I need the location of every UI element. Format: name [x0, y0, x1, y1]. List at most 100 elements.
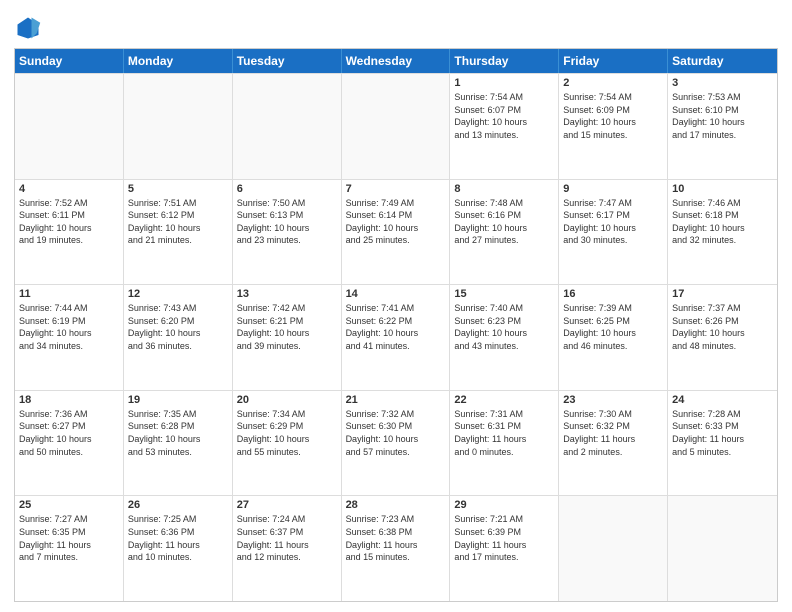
- logo: [14, 14, 46, 42]
- calendar-cell-1-5: 1 Sunrise: 7:54 AM Sunset: 6:07 PM Daylig…: [450, 74, 559, 179]
- header-day-monday: Monday: [124, 49, 233, 73]
- day-number: 23: [563, 394, 663, 406]
- day-info: Sunrise: 7:47 AM Sunset: 6:17 PM Dayligh…: [563, 197, 663, 247]
- calendar: SundayMondayTuesdayWednesdayThursdayFrid…: [14, 48, 778, 602]
- calendar-cell-3-7: 17 Sunrise: 7:37 AM Sunset: 6:26 PM Dayli…: [668, 285, 777, 390]
- day-number: 17: [672, 288, 773, 300]
- day-number: 5: [128, 183, 228, 195]
- day-number: 7: [346, 183, 446, 195]
- day-info: Sunrise: 7:35 AM Sunset: 6:28 PM Dayligh…: [128, 408, 228, 458]
- calendar-cell-2-7: 10 Sunrise: 7:46 AM Sunset: 6:18 PM Dayli…: [668, 180, 777, 285]
- day-info: Sunrise: 7:25 AM Sunset: 6:36 PM Dayligh…: [128, 513, 228, 563]
- day-info: Sunrise: 7:50 AM Sunset: 6:13 PM Dayligh…: [237, 197, 337, 247]
- header-day-saturday: Saturday: [668, 49, 777, 73]
- calendar-cell-5-1: 25Sunrise: 7:27 AM Sunset: 6:35 PM Dayli…: [15, 496, 124, 601]
- calendar-cell-1-3: [233, 74, 342, 179]
- day-info: Sunrise: 7:48 AM Sunset: 6:16 PM Dayligh…: [454, 197, 554, 247]
- day-number: 21: [346, 394, 446, 406]
- calendar-week-1: 1 Sunrise: 7:54 AM Sunset: 6:07 PM Daylig…: [15, 73, 777, 179]
- day-info: Sunrise: 7:41 AM Sunset: 6:22 PM Dayligh…: [346, 302, 446, 352]
- calendar-cell-5-3: 27Sunrise: 7:24 AM Sunset: 6:37 PM Dayli…: [233, 496, 342, 601]
- day-info: Sunrise: 7:28 AM Sunset: 6:33 PM Dayligh…: [672, 408, 773, 458]
- day-info: Sunrise: 7:51 AM Sunset: 6:12 PM Dayligh…: [128, 197, 228, 247]
- calendar-cell-2-6: 9 Sunrise: 7:47 AM Sunset: 6:17 PM Daylig…: [559, 180, 668, 285]
- day-number: 22: [454, 394, 554, 406]
- day-number: 3: [672, 77, 773, 89]
- calendar-week-4: 18Sunrise: 7:36 AM Sunset: 6:27 PM Dayli…: [15, 390, 777, 496]
- calendar-week-2: 4 Sunrise: 7:52 AM Sunset: 6:11 PM Daylig…: [15, 179, 777, 285]
- day-info: Sunrise: 7:30 AM Sunset: 6:32 PM Dayligh…: [563, 408, 663, 458]
- calendar-cell-5-5: 29 Sunrise: 7:21 AM Sunset: 6:39 PM Dayli…: [450, 496, 559, 601]
- day-number: 2: [563, 77, 663, 89]
- day-number: 11: [19, 288, 119, 300]
- calendar-cell-5-7: [668, 496, 777, 601]
- header-day-sunday: Sunday: [15, 49, 124, 73]
- calendar-cell-5-6: [559, 496, 668, 601]
- day-info: Sunrise: 7:53 AM Sunset: 6:10 PM Dayligh…: [672, 91, 773, 141]
- day-info: Sunrise: 7:54 AM Sunset: 6:07 PM Dayligh…: [454, 91, 554, 141]
- calendar-cell-3-6: 16Sunrise: 7:39 AM Sunset: 6:25 PM Dayli…: [559, 285, 668, 390]
- header-day-thursday: Thursday: [450, 49, 559, 73]
- calendar-cell-2-4: 7 Sunrise: 7:49 AM Sunset: 6:14 PM Daylig…: [342, 180, 451, 285]
- day-number: 20: [237, 394, 337, 406]
- day-number: 28: [346, 499, 446, 511]
- calendar-cell-3-4: 14Sunrise: 7:41 AM Sunset: 6:22 PM Dayli…: [342, 285, 451, 390]
- day-number: 25: [19, 499, 119, 511]
- header-day-wednesday: Wednesday: [342, 49, 451, 73]
- calendar-cell-2-3: 6 Sunrise: 7:50 AM Sunset: 6:13 PM Daylig…: [233, 180, 342, 285]
- calendar-cell-4-5: 22Sunrise: 7:31 AM Sunset: 6:31 PM Dayli…: [450, 391, 559, 496]
- day-number: 26: [128, 499, 228, 511]
- day-number: 10: [672, 183, 773, 195]
- header-day-tuesday: Tuesday: [233, 49, 342, 73]
- day-number: 24: [672, 394, 773, 406]
- header: [14, 10, 778, 42]
- calendar-cell-4-7: 24 Sunrise: 7:28 AM Sunset: 6:33 PM Dayli…: [668, 391, 777, 496]
- calendar-page: SundayMondayTuesdayWednesdayThursdayFrid…: [0, 0, 792, 612]
- day-number: 8: [454, 183, 554, 195]
- day-number: 12: [128, 288, 228, 300]
- calendar-cell-3-3: 13 Sunrise: 7:42 AM Sunset: 6:21 PM Dayli…: [233, 285, 342, 390]
- day-info: Sunrise: 7:42 AM Sunset: 6:21 PM Dayligh…: [237, 302, 337, 352]
- day-number: 13: [237, 288, 337, 300]
- logo-icon: [14, 14, 42, 42]
- header-day-friday: Friday: [559, 49, 668, 73]
- day-number: 27: [237, 499, 337, 511]
- calendar-cell-3-1: 11Sunrise: 7:44 AM Sunset: 6:19 PM Dayli…: [15, 285, 124, 390]
- day-number: 1: [454, 77, 554, 89]
- day-info: Sunrise: 7:52 AM Sunset: 6:11 PM Dayligh…: [19, 197, 119, 247]
- day-info: Sunrise: 7:49 AM Sunset: 6:14 PM Dayligh…: [346, 197, 446, 247]
- day-info: Sunrise: 7:21 AM Sunset: 6:39 PM Dayligh…: [454, 513, 554, 563]
- calendar-header-row: SundayMondayTuesdayWednesdayThursdayFrid…: [15, 49, 777, 73]
- day-number: 19: [128, 394, 228, 406]
- day-info: Sunrise: 7:54 AM Sunset: 6:09 PM Dayligh…: [563, 91, 663, 141]
- day-info: Sunrise: 7:34 AM Sunset: 6:29 PM Dayligh…: [237, 408, 337, 458]
- day-info: Sunrise: 7:32 AM Sunset: 6:30 PM Dayligh…: [346, 408, 446, 458]
- calendar-cell-4-3: 20 Sunrise: 7:34 AM Sunset: 6:29 PM Dayli…: [233, 391, 342, 496]
- day-info: Sunrise: 7:46 AM Sunset: 6:18 PM Dayligh…: [672, 197, 773, 247]
- day-number: 29: [454, 499, 554, 511]
- calendar-cell-4-6: 23 Sunrise: 7:30 AM Sunset: 6:32 PM Dayli…: [559, 391, 668, 496]
- calendar-cell-1-4: [342, 74, 451, 179]
- day-info: Sunrise: 7:23 AM Sunset: 6:38 PM Dayligh…: [346, 513, 446, 563]
- calendar-cell-2-2: 5 Sunrise: 7:51 AM Sunset: 6:12 PM Daylig…: [124, 180, 233, 285]
- day-number: 6: [237, 183, 337, 195]
- calendar-cell-1-7: 3 Sunrise: 7:53 AM Sunset: 6:10 PM Daylig…: [668, 74, 777, 179]
- calendar-cell-3-2: 12 Sunrise: 7:43 AM Sunset: 6:20 PM Dayli…: [124, 285, 233, 390]
- calendar-cell-4-1: 18Sunrise: 7:36 AM Sunset: 6:27 PM Dayli…: [15, 391, 124, 496]
- calendar-body: 1 Sunrise: 7:54 AM Sunset: 6:07 PM Daylig…: [15, 73, 777, 601]
- day-info: Sunrise: 7:43 AM Sunset: 6:20 PM Dayligh…: [128, 302, 228, 352]
- calendar-cell-4-4: 21 Sunrise: 7:32 AM Sunset: 6:30 PM Dayli…: [342, 391, 451, 496]
- day-number: 9: [563, 183, 663, 195]
- day-info: Sunrise: 7:37 AM Sunset: 6:26 PM Dayligh…: [672, 302, 773, 352]
- calendar-cell-2-5: 8 Sunrise: 7:48 AM Sunset: 6:16 PM Daylig…: [450, 180, 559, 285]
- calendar-cell-5-4: 28 Sunrise: 7:23 AM Sunset: 6:38 PM Dayli…: [342, 496, 451, 601]
- calendar-cell-4-2: 19 Sunrise: 7:35 AM Sunset: 6:28 PM Dayli…: [124, 391, 233, 496]
- day-number: 15: [454, 288, 554, 300]
- day-info: Sunrise: 7:36 AM Sunset: 6:27 PM Dayligh…: [19, 408, 119, 458]
- day-number: 4: [19, 183, 119, 195]
- day-info: Sunrise: 7:40 AM Sunset: 6:23 PM Dayligh…: [454, 302, 554, 352]
- calendar-week-3: 11Sunrise: 7:44 AM Sunset: 6:19 PM Dayli…: [15, 284, 777, 390]
- calendar-cell-2-1: 4 Sunrise: 7:52 AM Sunset: 6:11 PM Daylig…: [15, 180, 124, 285]
- calendar-cell-3-5: 15 Sunrise: 7:40 AM Sunset: 6:23 PM Dayli…: [450, 285, 559, 390]
- day-number: 16: [563, 288, 663, 300]
